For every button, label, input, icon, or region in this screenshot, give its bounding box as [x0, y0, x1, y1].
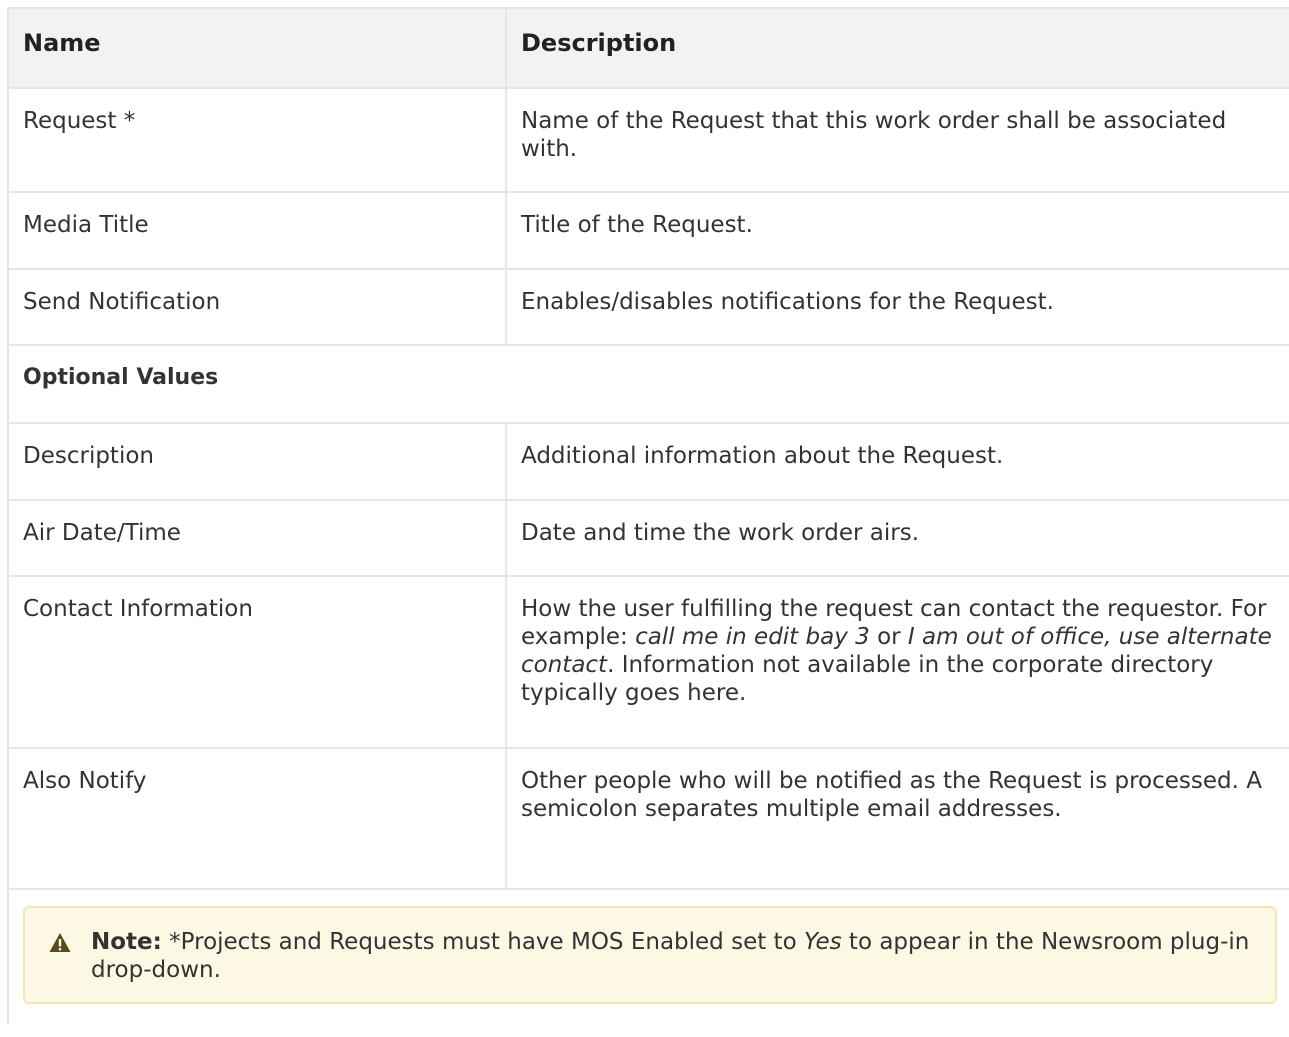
field-description: Additional information about the Request… — [505, 422, 1289, 501]
section-row: Optional Values — [7, 344, 1289, 424]
field-description: Date and time the work order airs. — [505, 499, 1289, 577]
field-description: Name of the Request that this work order… — [505, 87, 1289, 193]
field-name: Send Notification — [7, 268, 507, 346]
note-row: Note: *Projects and Requests must have M… — [7, 888, 1289, 1024]
table-row: Request * Name of the Request that this … — [7, 87, 1289, 193]
note-text: *Projects and Requests must have MOS Ena… — [161, 929, 804, 955]
field-name: Air Date/Time — [7, 499, 507, 577]
table-row: Send Notification Enables/disables notif… — [7, 268, 1289, 346]
field-description: Title of the Request. — [505, 191, 1289, 270]
note-callout: Note: *Projects and Requests must have M… — [23, 906, 1277, 1004]
note-emphasis: Yes — [803, 929, 842, 955]
field-description: How the user fulfilling the request can … — [505, 575, 1289, 749]
field-name: Request * — [7, 87, 507, 193]
page: Name Description Request * Name of the R… — [0, 0, 1289, 1037]
description-text: . Information not available in the corpo… — [521, 652, 1214, 706]
example-text: call me in edit bay 3 — [635, 624, 870, 650]
fields-table: Name Description Request * Name of the R… — [7, 7, 1289, 1024]
note-label: Note: — [91, 929, 162, 955]
description-text: or — [869, 624, 908, 650]
warning-icon — [49, 933, 71, 952]
note-cell: Note: *Projects and Requests must have M… — [7, 888, 1289, 1024]
column-header-name: Name — [7, 7, 507, 89]
section-label: Optional Values — [7, 344, 1289, 424]
table-row: Media Title Title of the Request. — [7, 191, 1289, 270]
column-header-description: Description — [505, 7, 1289, 89]
field-description: Enables/disables notifications for the R… — [505, 268, 1289, 346]
table-row: Description Additional information about… — [7, 422, 1289, 501]
table-header-row: Name Description — [7, 7, 1289, 89]
table-row: Air Date/Time Date and time the work ord… — [7, 499, 1289, 577]
field-name: Also Notify — [7, 747, 507, 890]
field-name: Contact Information — [7, 575, 507, 749]
field-description: Other people who will be notified as the… — [505, 747, 1289, 890]
field-name: Media Title — [7, 191, 507, 270]
table-row: Also Notify Other people who will be not… — [7, 747, 1289, 890]
field-name: Description — [7, 422, 507, 501]
table-row: Contact Information How the user fulfill… — [7, 575, 1289, 749]
